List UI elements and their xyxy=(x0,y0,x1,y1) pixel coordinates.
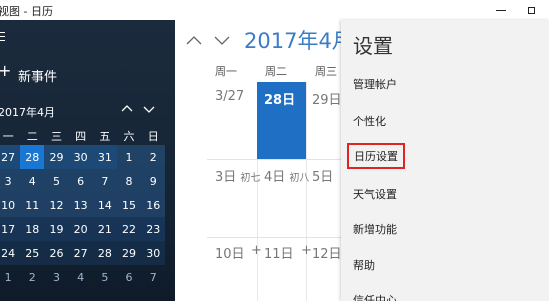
settings-item-weather-settings[interactable]: 天气设置 xyxy=(353,186,397,202)
maximize-button[interactable] xyxy=(516,0,546,20)
mini-calendar-grid: 一 二 三 四 五 六 日 27 28 29 30 31 1 2 3 4 5 6… xyxy=(0,127,166,289)
mini-calendar-day[interactable]: 28 xyxy=(92,241,117,265)
mini-calendar-day[interactable]: 2 xyxy=(20,265,44,289)
settings-item-personalization[interactable]: 个性化 xyxy=(353,113,386,129)
lunar-date: 初八 xyxy=(289,173,310,184)
settings-title: 设置 xyxy=(353,34,393,58)
day-cell-date[interactable]: 12日 xyxy=(312,243,341,262)
mini-calendar-day[interactable]: 29 xyxy=(116,241,142,265)
minimize-icon xyxy=(496,9,506,11)
today-date[interactable]: 28日 xyxy=(264,89,295,108)
day-cell-date[interactable]: 29日 xyxy=(312,89,341,108)
day-header-mon: 周一 xyxy=(215,65,237,78)
weekday-header: 日 xyxy=(147,130,159,143)
mini-calendar-day[interactable]: 11 xyxy=(20,193,45,217)
date-number: 3日 xyxy=(215,170,237,185)
weekday-header: 五 xyxy=(99,130,111,143)
day-cell-date[interactable]: 4日 初八 xyxy=(264,166,309,185)
mini-calendar-day[interactable]: 19 xyxy=(44,217,69,241)
settings-item-manage-accounts[interactable]: 管理帐户 xyxy=(353,76,397,92)
mini-calendar-day[interactable]: 29 xyxy=(44,145,69,169)
day-cell-date[interactable]: 10日 xyxy=(215,243,245,262)
chevron-up-icon[interactable] xyxy=(121,103,133,115)
settings-item-help[interactable]: 帮助 xyxy=(353,257,375,273)
mini-calendar-day[interactable]: 1 xyxy=(0,265,20,289)
mini-calendar-day[interactable]: 12 xyxy=(44,193,69,217)
mini-calendar-day[interactable]: 26 xyxy=(44,241,69,265)
hamburger-menu-icon[interactable] xyxy=(0,32,5,44)
mini-calendar-day[interactable]: 8 xyxy=(116,169,142,193)
new-event-button[interactable]: 新事件 xyxy=(18,66,57,85)
mini-calendar-day[interactable]: 31 xyxy=(92,145,117,169)
settings-item-trust-center[interactable]: 信任中心 xyxy=(353,292,397,301)
mini-calendar-day[interactable]: 30 xyxy=(141,241,166,265)
mini-calendar-day[interactable]: 7 xyxy=(141,265,165,289)
weekday-header: 二 xyxy=(26,130,38,143)
mini-calendar-day[interactable]: 6 xyxy=(68,169,93,193)
date-number: 4日 xyxy=(264,170,286,185)
mini-calendar-day[interactable]: 24 xyxy=(0,241,21,265)
weekday-header: 四 xyxy=(75,130,87,143)
mini-calendar-day[interactable]: 20 xyxy=(68,217,93,241)
day-cell-date[interactable]: 5日 xyxy=(312,166,333,185)
weekday-header: 三 xyxy=(50,130,62,143)
mini-calendar-day[interactable]: 21 xyxy=(92,217,117,241)
mini-calendar-day[interactable]: 3 xyxy=(0,169,21,193)
weekday-header: 一 xyxy=(2,130,14,143)
window-title: 视图 - 日历 xyxy=(0,5,53,18)
mini-calendar-day[interactable]: 4 xyxy=(20,169,45,193)
calendar-month-view: 2017年4月 周一 周二 周三 3/27 28日 29日 3日 初七 4日 初… xyxy=(175,20,341,301)
maximize-icon xyxy=(527,6,535,14)
settings-pane: 设置 管理帐户 个性化 日历设置 天气设置 新增功能 帮助 信任中心 xyxy=(341,20,549,301)
day-header-wed: 周三 xyxy=(315,65,337,78)
more-events-button[interactable]: + xyxy=(251,243,262,258)
mini-calendar-day[interactable]: 13 xyxy=(68,193,93,217)
plus-icon[interactable]: + xyxy=(0,63,11,79)
mini-calendar-day[interactable]: 18 xyxy=(20,217,45,241)
mini-calendar-day[interactable]: 4 xyxy=(69,265,93,289)
mini-calendar-day[interactable]: 1 xyxy=(116,145,142,169)
more-events-button[interactable]: + xyxy=(301,243,312,258)
mini-calendar-day[interactable]: 14 xyxy=(92,193,117,217)
mini-calendar-day[interactable]: 27 xyxy=(68,241,93,265)
mini-calendar-day[interactable]: 22 xyxy=(116,217,142,241)
mini-calendar-day[interactable]: 3 xyxy=(44,265,68,289)
mini-calendar-day[interactable]: 9 xyxy=(141,169,166,193)
mini-calendar-day[interactable]: 27 xyxy=(0,145,21,169)
mini-calendar-day[interactable]: 5 xyxy=(44,169,69,193)
mini-calendar-day[interactable]: 10 xyxy=(0,193,21,217)
mini-calendar-day[interactable]: 17 xyxy=(0,217,21,241)
mini-calendar-day[interactable]: 2 xyxy=(141,145,166,169)
mini-calendar-day[interactable]: 6 xyxy=(117,265,141,289)
mini-calendar-day[interactable]: 23 xyxy=(141,217,166,241)
mini-calendar-day[interactable]: 16 xyxy=(141,193,166,217)
next-month-icon[interactable] xyxy=(214,34,230,46)
mini-calendar-day[interactable]: 5 xyxy=(93,265,117,289)
settings-item-calendar-settings[interactable]: 日历设置 xyxy=(347,143,405,169)
title-bar: 视图 - 日历 xyxy=(0,0,549,20)
mini-calendar-day[interactable]: 30 xyxy=(68,145,93,169)
mini-calendar-today[interactable]: 28 xyxy=(20,145,45,169)
previous-month-icon[interactable] xyxy=(186,34,202,46)
minimize-button[interactable] xyxy=(486,0,516,20)
mini-calendar-day[interactable]: 7 xyxy=(92,169,117,193)
day-cell-date[interactable]: 11日 xyxy=(264,243,294,262)
day-cell-date[interactable]: 3/27 xyxy=(215,89,244,104)
mini-calendar-day[interactable]: 15 xyxy=(116,193,142,217)
settings-item-whats-new[interactable]: 新增功能 xyxy=(353,221,397,237)
navigation-pane: + 新事件 2017年4月 一 二 三 四 五 六 日 27 28 29 30 … xyxy=(0,20,175,301)
mini-calendar-month[interactable]: 2017年4月 xyxy=(0,104,55,120)
day-cell-date[interactable]: 3日 初七 xyxy=(215,166,260,185)
weekday-header: 六 xyxy=(123,130,135,143)
mini-calendar-day[interactable]: 25 xyxy=(20,241,45,265)
lunar-date: 初七 xyxy=(240,173,261,184)
day-header-tue: 周二 xyxy=(265,65,287,78)
month-title[interactable]: 2017年4月 xyxy=(244,25,341,55)
chevron-down-icon[interactable] xyxy=(143,103,155,115)
